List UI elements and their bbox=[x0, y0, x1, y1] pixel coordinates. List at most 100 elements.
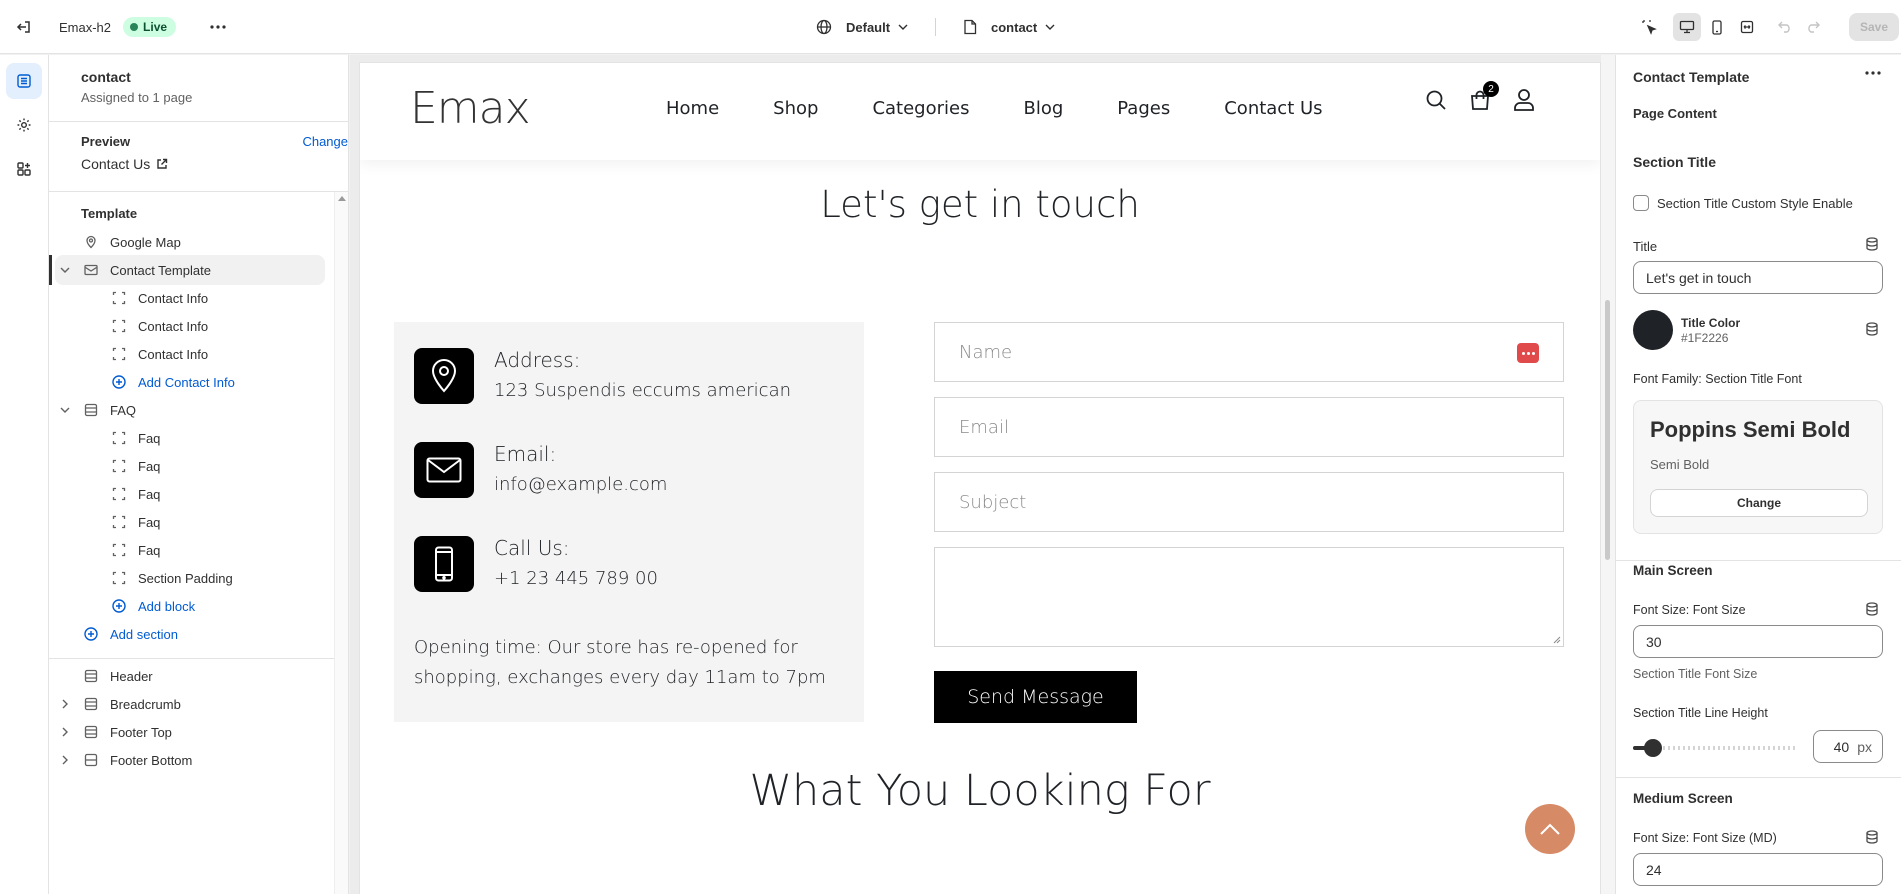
block-section-padding[interactable]: Section Padding bbox=[49, 563, 319, 593]
block-contact-info-2[interactable]: Contact Info bbox=[49, 311, 319, 341]
line-height-slider-handle[interactable] bbox=[1643, 739, 1662, 757]
site-logo[interactable]: Emax bbox=[410, 83, 531, 134]
preview-page-link[interactable]: Contact Us bbox=[81, 156, 328, 172]
block-faq-2[interactable]: Faq bbox=[49, 451, 319, 481]
line-height-label: Section Title Line Height bbox=[1633, 706, 1768, 720]
dynamic-source-icon[interactable] bbox=[1865, 602, 1881, 618]
add-block-button[interactable]: Add block bbox=[49, 591, 319, 621]
contact-section-title: Let's get in touch bbox=[820, 183, 1140, 226]
chevron-down-icon[interactable] bbox=[58, 403, 72, 417]
section-breadcrumb[interactable]: Breadcrumb bbox=[49, 689, 319, 719]
contact-info-address[interactable]: Address: 123 Suspendis eccums american bbox=[414, 348, 791, 404]
section-header[interactable]: Header bbox=[49, 661, 319, 691]
nav-shop[interactable]: Shop bbox=[773, 98, 818, 119]
mobile-view-icon[interactable] bbox=[1703, 13, 1731, 41]
more-actions-icon[interactable] bbox=[203, 12, 233, 42]
nav-home[interactable]: Home bbox=[666, 98, 719, 119]
add-section-button[interactable]: Add section bbox=[49, 619, 319, 649]
left-rail bbox=[0, 55, 49, 894]
block-icon bbox=[110, 541, 128, 559]
line-height-input[interactable]: 40 px bbox=[1813, 730, 1883, 763]
dynamic-source-icon[interactable] bbox=[1865, 237, 1881, 253]
search-icon[interactable] bbox=[1425, 89, 1447, 111]
inspector-icon[interactable] bbox=[1635, 13, 1663, 41]
chevron-up-icon bbox=[1540, 823, 1560, 835]
desktop-view-icon[interactable] bbox=[1673, 13, 1701, 41]
section-tree: Template Google Map Contact Template Con… bbox=[49, 192, 348, 768]
title-input[interactable]: Let's get in touch bbox=[1633, 261, 1883, 294]
exit-icon[interactable] bbox=[9, 12, 39, 42]
font-size-md-input[interactable]: 24 bbox=[1633, 853, 1883, 886]
add-contact-info-button[interactable]: Add Contact Info bbox=[49, 367, 319, 397]
section-title-heading: Section Title bbox=[1633, 154, 1716, 170]
block-faq-4[interactable]: Faq bbox=[49, 507, 319, 537]
block-contact-info-1[interactable]: Contact Info bbox=[49, 283, 319, 313]
redo-icon[interactable] bbox=[1799, 13, 1827, 41]
nav-blog[interactable]: Blog bbox=[1023, 98, 1063, 119]
font-family-label: Font Family: Section Title Font bbox=[1633, 372, 1802, 386]
page-selector[interactable]: contact bbox=[963, 19, 1055, 35]
opening-time-text: Opening time: Our store has re-opened fo… bbox=[414, 637, 826, 688]
font-size-input[interactable]: 30 bbox=[1633, 625, 1883, 658]
fullwidth-view-icon[interactable] bbox=[1733, 13, 1761, 41]
sidebar-scrollbar[interactable] bbox=[334, 192, 348, 894]
name-input[interactable]: Name bbox=[934, 322, 1564, 382]
panel-divider bbox=[1616, 777, 1901, 778]
undo-icon[interactable] bbox=[1771, 13, 1799, 41]
email-input[interactable]: Email bbox=[934, 397, 1564, 457]
block-contact-info-3[interactable]: Contact Info bbox=[49, 339, 319, 369]
nav-pages[interactable]: Pages bbox=[1117, 98, 1170, 119]
chevron-down-icon[interactable] bbox=[58, 263, 72, 277]
page-content-heading: Page Content bbox=[1633, 106, 1717, 121]
more-options-icon[interactable] bbox=[1865, 71, 1881, 75]
message-textarea[interactable] bbox=[934, 547, 1564, 647]
resize-handle-icon[interactable] bbox=[1553, 636, 1561, 644]
scroll-to-top-button[interactable] bbox=[1525, 804, 1575, 854]
font-size-md-label: Font Size: Font Size (MD) bbox=[1633, 831, 1777, 845]
section-faq[interactable]: FAQ bbox=[49, 395, 319, 425]
chevron-right-icon[interactable] bbox=[58, 697, 72, 711]
preview-change-link[interactable]: Change bbox=[302, 134, 348, 149]
store-preview: Emax Home Shop Categories Blog Pages Con… bbox=[360, 63, 1600, 894]
title-color-picker[interactable]: Title Color #1F2226 bbox=[1633, 310, 1740, 350]
checkbox-box[interactable] bbox=[1633, 195, 1649, 211]
section-footer-top[interactable]: Footer Top bbox=[49, 717, 319, 747]
settings-panel: Contact Template Page Content Section Ti… bbox=[1615, 55, 1901, 894]
dynamic-source-icon[interactable] bbox=[1865, 322, 1881, 338]
toolbar-divider bbox=[935, 18, 936, 36]
color-swatch[interactable] bbox=[1633, 310, 1673, 350]
apps-icon[interactable] bbox=[6, 151, 42, 187]
chevron-right-icon[interactable] bbox=[58, 753, 72, 767]
save-button[interactable]: Save bbox=[1849, 13, 1900, 41]
cart-icon[interactable]: 2 bbox=[1469, 81, 1499, 111]
block-faq-3[interactable]: Faq bbox=[49, 479, 319, 509]
account-icon[interactable] bbox=[1513, 88, 1535, 112]
contact-info-phone[interactable]: Call Us: +1 23 445 789 00 bbox=[414, 536, 658, 592]
dynamic-source-icon[interactable] bbox=[1865, 830, 1881, 846]
theme-selector[interactable]: Default bbox=[816, 19, 908, 35]
font-change-button[interactable]: Change bbox=[1650, 489, 1868, 517]
font-name: Poppins Semi Bold bbox=[1650, 417, 1851, 442]
section-footer-bottom[interactable]: Footer Bottom bbox=[49, 745, 319, 775]
chevron-right-icon[interactable] bbox=[58, 725, 72, 739]
preview-label: Preview bbox=[81, 134, 131, 149]
sections-icon[interactable] bbox=[6, 63, 42, 99]
preview-canvas-area: Emax Home Shop Categories Blog Pages Con… bbox=[350, 55, 1615, 894]
title-label: Title bbox=[1633, 239, 1658, 254]
section-contact-template[interactable]: Contact Template bbox=[49, 255, 325, 285]
canvas-scrollbar-thumb[interactable] bbox=[1605, 300, 1610, 560]
location-pin-icon bbox=[414, 348, 474, 404]
custom-style-checkbox[interactable]: Section Title Custom Style Enable bbox=[1633, 195, 1853, 211]
block-faq-5[interactable]: Faq bbox=[49, 535, 319, 565]
contact-info-email[interactable]: Email: info@example.com bbox=[414, 442, 667, 498]
section-google-map[interactable]: Google Map bbox=[49, 227, 319, 257]
canvas-scrollbar[interactable] bbox=[1601, 55, 1615, 894]
add-circle-icon bbox=[110, 373, 128, 391]
block-faq-1[interactable]: Faq bbox=[49, 423, 319, 453]
nav-contact-us[interactable]: Contact Us bbox=[1224, 98, 1322, 119]
password-manager-icon[interactable] bbox=[1517, 343, 1539, 363]
send-message-button[interactable]: Send Message bbox=[934, 671, 1137, 723]
settings-gear-icon[interactable] bbox=[6, 107, 42, 143]
nav-categories[interactable]: Categories bbox=[872, 98, 969, 119]
subject-input[interactable]: Subject bbox=[934, 472, 1564, 532]
